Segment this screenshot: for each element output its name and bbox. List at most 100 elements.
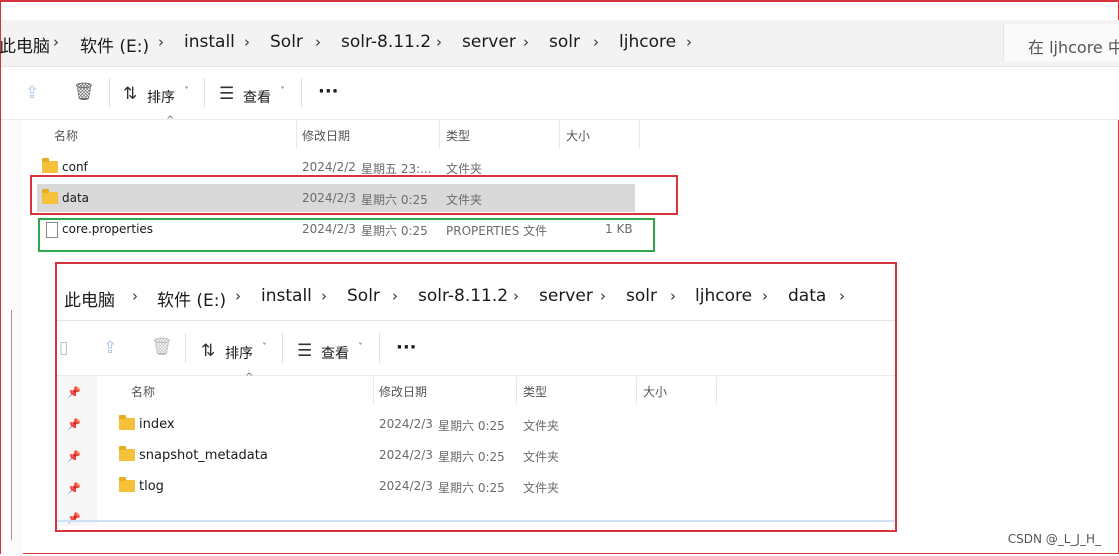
file-row-tlog[interactable]: tlog 2024/2/3 星期六 0:25 文件夹 [114, 471, 714, 499]
chevron-right-icon[interactable]: › [158, 33, 164, 51]
chevron-right-icon[interactable]: › [513, 287, 519, 305]
chevron-right-icon[interactable]: › [593, 33, 599, 51]
column-divider[interactable] [373, 377, 374, 405]
toolbar-divider [109, 78, 110, 108]
chevron-right-icon[interactable]: › [53, 33, 59, 51]
chevron-down-icon[interactable]: ˅ [184, 86, 189, 97]
chevron-right-icon[interactable]: › [839, 287, 845, 305]
watermark: CSDN @_L_J_H_ [1007, 532, 1101, 546]
chevron-down-icon[interactable]: ˅ [358, 342, 363, 353]
inner-address-bar[interactable]: 此电脑 › 软件 (E:) › install › Solr › solr-8.… [57, 264, 895, 321]
chevron-right-icon[interactable]: › [762, 287, 768, 305]
column-divider[interactable] [439, 121, 440, 149]
column-header-modified[interactable]: 修改日期 [302, 127, 350, 144]
breadcrumb-this-pc[interactable]: 此电脑 [0, 32, 50, 57]
pin-icon[interactable]: 📌 [67, 482, 81, 495]
breadcrumb-this-pc[interactable]: 此电脑 [64, 286, 115, 311]
view-icon: ☰ [297, 341, 313, 361]
chevron-right-icon[interactable]: › [315, 33, 321, 51]
inner-bottom-edge [57, 520, 895, 522]
folder-icon [119, 446, 135, 461]
search-input[interactable]: 在 ljhcore 中 [1003, 24, 1119, 62]
file-row-snapshot-metadata[interactable]: snapshot_metadata 2024/2/3 星期六 0:25 文件夹 [114, 440, 714, 468]
breadcrumb-solr[interactable]: solr [549, 32, 580, 52]
pin-icon[interactable]: 📌 [67, 512, 81, 525]
breadcrumb-ljhcore[interactable]: ljhcore [695, 286, 752, 306]
sort-button[interactable]: 排序 [225, 343, 253, 363]
share-icon[interactable]: ⇪ [103, 338, 117, 358]
inner-explorer-window: 此电脑 › 软件 (E:) › install › Solr › solr-8.… [55, 262, 897, 532]
chevron-right-icon[interactable]: › [235, 287, 241, 305]
file-name: conf [62, 160, 88, 174]
column-header-size[interactable]: 大小 [566, 127, 590, 144]
pin-icon[interactable]: 📌 [67, 418, 81, 431]
file-name: index [139, 417, 175, 432]
chevron-down-icon[interactable]: ˅ [280, 86, 285, 97]
sort-button[interactable]: 排序 [147, 87, 175, 107]
more-options-button[interactable]: ··· [396, 337, 417, 358]
file-type: 文件夹 [523, 450, 560, 464]
column-divider[interactable] [636, 377, 637, 405]
view-button[interactable]: 查看 [243, 87, 271, 107]
more-options-button[interactable]: ··· [318, 81, 339, 102]
breadcrumb-ljhcore[interactable]: ljhcore [619, 32, 676, 52]
highlight-box-core-properties [38, 218, 655, 252]
breadcrumb-solr-root[interactable]: Solr [347, 286, 380, 306]
breadcrumb-solr[interactable]: solr [626, 286, 657, 306]
chevron-right-icon[interactable]: › [392, 287, 398, 305]
breadcrumb-server[interactable]: server [462, 32, 516, 52]
chevron-right-icon[interactable]: › [321, 287, 327, 305]
column-divider[interactable] [516, 377, 517, 405]
breadcrumb-solr-version[interactable]: solr-8.11.2 [418, 286, 508, 306]
address-bar[interactable]: 此电脑 › 软件 (E:) › install › Solr › solr-8.… [0, 20, 1119, 67]
breadcrumb-solr-root[interactable]: Solr [270, 32, 303, 52]
column-header-name[interactable]: 名称 [54, 127, 78, 144]
chevron-right-icon[interactable]: › [244, 33, 250, 51]
column-divider[interactable] [639, 121, 640, 149]
chevron-right-icon[interactable]: › [132, 287, 138, 305]
file-name: tlog [139, 479, 164, 494]
pin-icon[interactable]: 📌 [67, 386, 81, 399]
nav-scrollbar[interactable] [11, 310, 12, 540]
delete-icon[interactable]: 🗑 [73, 82, 95, 102]
delete-icon[interactable]: 🗑 [151, 337, 173, 357]
folder-icon [42, 158, 58, 173]
breadcrumb-server[interactable]: server [539, 286, 593, 306]
breadcrumb-drive[interactable]: 软件 (E:) [80, 32, 149, 57]
chevron-right-icon[interactable]: › [600, 287, 606, 305]
sort-ascending-icon: ^ [166, 115, 175, 126]
toolbar-divider [204, 78, 205, 108]
chevron-right-icon[interactable]: › [436, 33, 442, 51]
file-row-index[interactable]: index 2024/2/3 星期六 0:25 文件夹 [114, 409, 714, 437]
column-divider[interactable] [559, 121, 560, 149]
column-divider[interactable] [296, 121, 297, 149]
pin-icon[interactable]: 📌 [67, 450, 81, 463]
breadcrumb-data[interactable]: data [788, 286, 826, 306]
chevron-right-icon[interactable]: › [523, 33, 529, 51]
share-icon[interactable]: ⇪ [25, 83, 39, 103]
column-header-type[interactable]: 类型 [446, 127, 470, 144]
breadcrumb-solr-version[interactable]: solr-8.11.2 [341, 32, 431, 52]
breadcrumb-install[interactable]: install [261, 286, 312, 306]
sort-icon: ⇅ [201, 341, 216, 361]
chevron-right-icon[interactable]: › [686, 33, 692, 51]
column-header-name[interactable]: 名称 [131, 383, 155, 400]
column-divider[interactable] [716, 377, 717, 405]
file-name: snapshot_metadata [139, 448, 268, 463]
column-header-size[interactable]: 大小 [643, 383, 667, 400]
command-bar: ⇪ 🗑 ⇅ 排序 ˅ ☰ 查看 ˅ ··· [1, 67, 1119, 120]
chevron-right-icon[interactable]: › [670, 287, 676, 305]
file-type: 文件夹 [523, 419, 560, 433]
file-day: 星期六 0:25 [438, 450, 505, 464]
view-icon: ☰ [219, 84, 235, 104]
breadcrumb-drive[interactable]: 软件 (E:) [157, 286, 226, 311]
view-button[interactable]: 查看 [321, 343, 349, 363]
column-header-modified[interactable]: 修改日期 [379, 383, 427, 400]
chevron-down-icon[interactable]: ˅ [262, 342, 267, 353]
file-date: 2024/2/3 [379, 479, 433, 493]
breadcrumb-install[interactable]: install [184, 32, 235, 52]
navigation-pane[interactable] [1, 120, 23, 556]
toolbar-divider [185, 333, 186, 363]
column-header-type[interactable]: 类型 [523, 383, 547, 400]
cut-icon[interactable]: ▯ [59, 338, 68, 358]
